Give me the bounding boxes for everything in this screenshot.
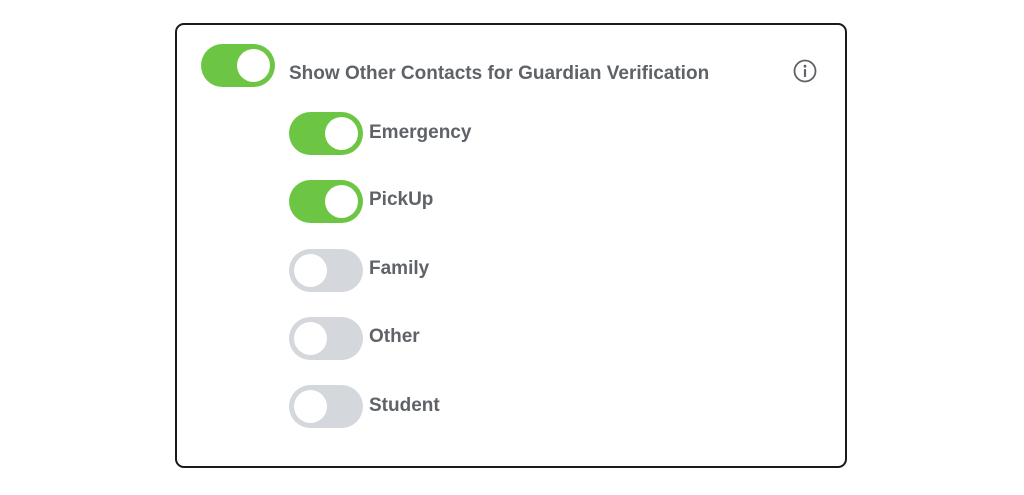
toggle-knob — [294, 322, 327, 355]
show-other-contacts-label: Show Other Contacts for Guardian Verific… — [289, 63, 710, 84]
family-toggle[interactable] — [289, 249, 363, 292]
show-other-contacts-toggle[interactable] — [201, 44, 275, 87]
guardian-verification-settings-card: Show Other Contacts for Guardian Verific… — [175, 23, 847, 468]
emergency-label: Emergency — [369, 122, 472, 143]
toggle-knob — [294, 390, 327, 423]
student-label: Student — [369, 395, 440, 416]
pickup-toggle[interactable] — [289, 180, 363, 223]
toggle-knob — [325, 117, 358, 150]
family-label: Family — [369, 258, 430, 279]
toggle-knob — [325, 185, 358, 218]
student-toggle[interactable] — [289, 385, 363, 428]
toggle-knob — [237, 49, 270, 82]
info-icon[interactable] — [793, 59, 817, 83]
toggle-knob — [294, 254, 327, 287]
pickup-label: PickUp — [369, 189, 434, 210]
emergency-toggle[interactable] — [289, 112, 363, 155]
other-label: Other — [369, 326, 420, 347]
other-toggle[interactable] — [289, 317, 363, 360]
